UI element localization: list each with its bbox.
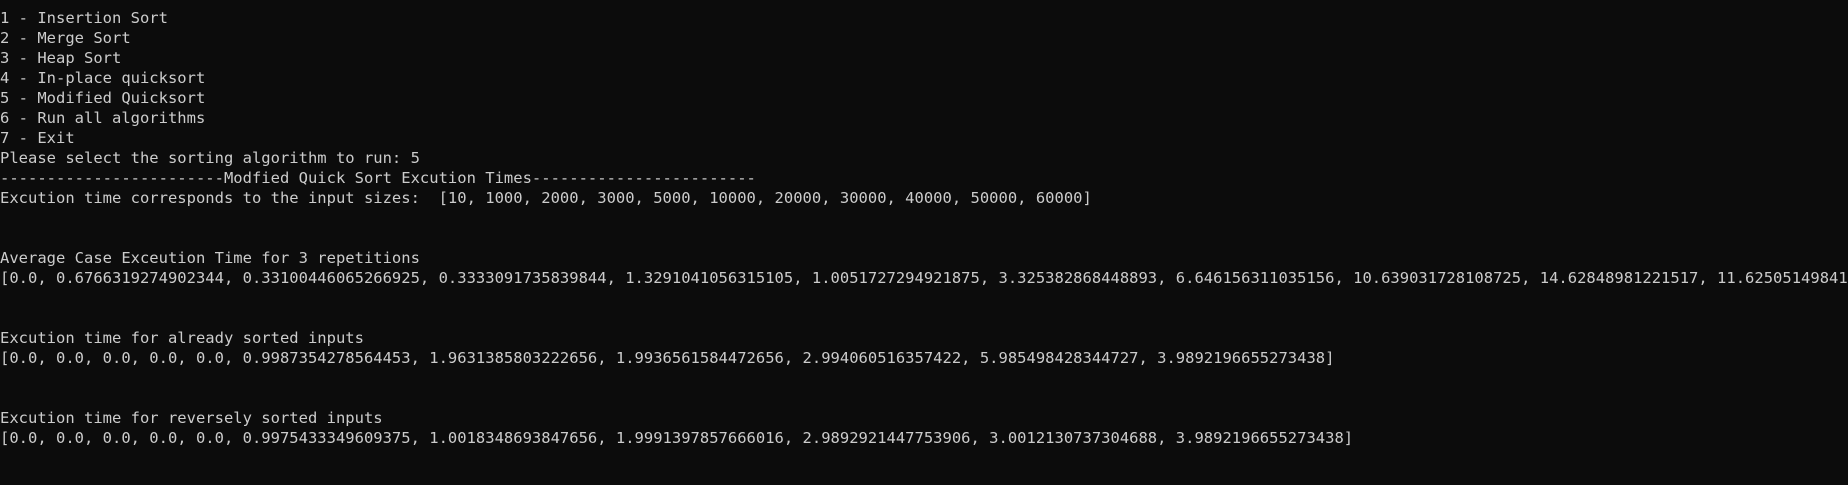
reversed-inputs-values: [0.0, 0.0, 0.0, 0.0, 0.0, 0.997543334960… [0, 429, 1354, 447]
menu-item-heap-sort: 3 - Heap Sort [0, 49, 122, 67]
average-case-title: Average Case Exceution Time for 3 repeti… [0, 249, 420, 267]
menu-item-modified-quicksort: 5 - Modified Quicksort [0, 89, 206, 107]
menu-item-run-all: 6 - Run all algorithms [0, 109, 206, 127]
menu-item-inplace-quicksort: 4 - In-place quicksort [0, 69, 206, 87]
sorted-inputs-values: [0.0, 0.0, 0.0, 0.0, 0.0, 0.998735427856… [0, 349, 1335, 367]
reversed-inputs-title: Excution time for reversely sorted input… [0, 409, 383, 427]
output-header: ------------------------Modfied Quick So… [0, 169, 756, 187]
selection-prompt: Please select the sorting algorithm to r… [0, 149, 420, 167]
menu-item-insertion-sort: 1 - Insertion Sort [0, 9, 168, 27]
menu-item-merge-sort: 2 - Merge Sort [0, 29, 131, 47]
menu-item-exit: 7 - Exit [0, 129, 75, 147]
console-window[interactable]: 1 - Insertion Sort 2 - Merge Sort 3 - He… [0, 0, 1848, 485]
input-sizes-line: Excution time corresponds to the input s… [0, 189, 1092, 207]
sorted-inputs-title: Excution time for already sorted inputs [0, 329, 364, 347]
average-case-values: [0.0, 0.6766319274902344, 0.331004460652… [0, 269, 1848, 287]
